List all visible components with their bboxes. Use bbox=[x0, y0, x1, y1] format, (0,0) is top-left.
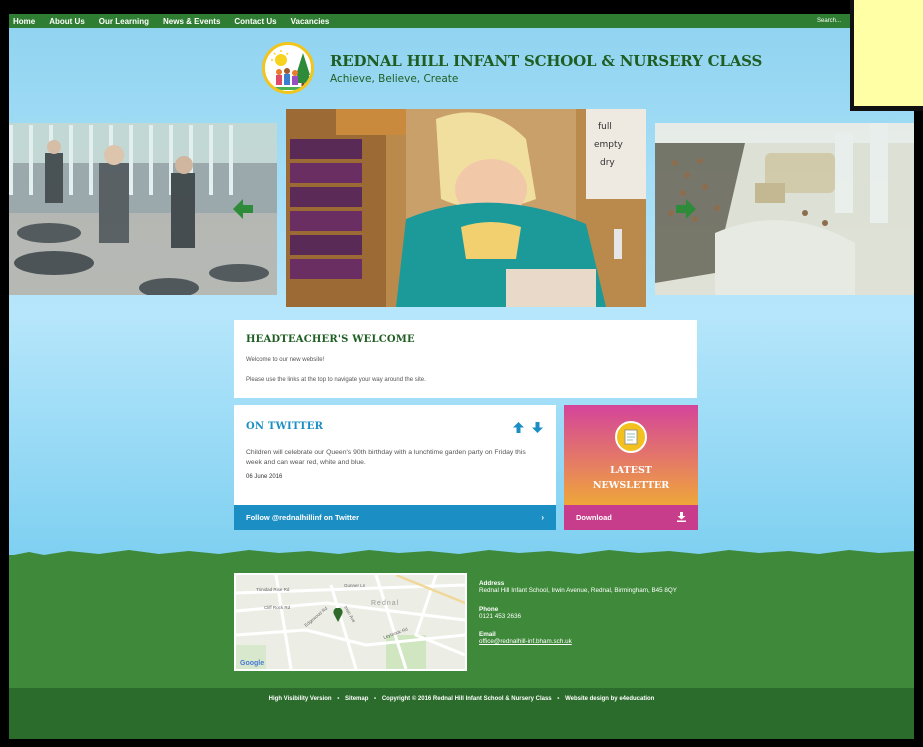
contact-address: Address Rednal Hill Infant School, Irwin… bbox=[479, 580, 677, 594]
nav-news-events[interactable]: News & Events bbox=[163, 17, 220, 26]
svg-text:dry: dry bbox=[600, 158, 615, 168]
arrow-up-icon bbox=[513, 422, 524, 433]
welcome-title: HEADTEACHER'S WELCOME bbox=[246, 334, 415, 345]
newsletter-panel[interactable]: LATEST NEWSLETTER Download bbox=[564, 405, 698, 530]
newsletter-icon bbox=[615, 421, 647, 453]
twitter-title: ON TWITTER bbox=[246, 421, 324, 432]
map-road-label: Trinidad Rise Rd bbox=[256, 587, 290, 592]
school-logo[interactable] bbox=[262, 42, 314, 94]
slider-prev-button[interactable] bbox=[233, 199, 253, 219]
footer-separator: • bbox=[337, 696, 340, 702]
sitemap-link[interactable]: Sitemap bbox=[345, 696, 368, 702]
map-image: Trinidad Rise Rd Cliff Rock Rd Irwin Ave… bbox=[236, 575, 465, 669]
email-link[interactable]: office@rednalhill-inf.bham.sch.uk bbox=[479, 638, 572, 645]
newsletter-title-line: NEWSLETTER bbox=[592, 480, 670, 491]
welcome-text-line: Welcome to our new website! bbox=[246, 357, 325, 363]
logo-icon bbox=[271, 50, 311, 90]
email-label: Email bbox=[479, 631, 496, 638]
tweet-up-button[interactable] bbox=[513, 418, 524, 433]
top-navigation: Home About Us Our Learning News & Events… bbox=[9, 14, 914, 28]
map-road-label: Gunner Ln bbox=[344, 583, 366, 588]
svg-text:empty: empty bbox=[594, 140, 624, 150]
school-motto: Achieve, Believe, Create bbox=[330, 73, 459, 85]
high-visibility-link[interactable]: High Visibility Version bbox=[269, 696, 332, 702]
download-icon bbox=[677, 512, 686, 522]
newsletter-title-line: LATEST bbox=[610, 465, 652, 476]
nav-home[interactable]: Home bbox=[13, 17, 35, 26]
follow-twitter-label: Follow @rednalhillinf on Twitter bbox=[246, 513, 360, 522]
map-pin-icon[interactable] bbox=[333, 608, 343, 622]
twitter-panel: ON TWITTER Children will celebrate our Q… bbox=[234, 405, 556, 530]
arrow-right-icon bbox=[676, 199, 696, 219]
newsletter-title: LATEST NEWSLETTER bbox=[564, 463, 698, 493]
svg-text:full: full bbox=[598, 122, 612, 132]
follow-twitter-button[interactable]: Follow @rednalhillinf on Twitter › bbox=[234, 505, 556, 530]
phone-label: Phone bbox=[479, 606, 499, 613]
tweet-text: Children will celebrate our Queen's 90th… bbox=[246, 449, 526, 466]
contact-phone: Phone 0121 453 2636 bbox=[479, 606, 521, 620]
school-name: REDNAL HILL INFANT SCHOOL & NURSERY CLAS… bbox=[330, 52, 763, 70]
nav-vacancies[interactable]: Vacancies bbox=[291, 17, 330, 26]
child-painting-image: full empty dry bbox=[286, 109, 646, 307]
nav-about-us[interactable]: About Us bbox=[49, 17, 85, 26]
address-value: Rednal Hill Infant School, Irwin Avenue,… bbox=[479, 587, 677, 594]
nav-our-learning[interactable]: Our Learning bbox=[99, 17, 149, 26]
nav-contact-us[interactable]: Contact Us bbox=[234, 17, 276, 26]
footer-separator: • bbox=[374, 696, 377, 702]
slide-current-image[interactable]: full empty dry bbox=[286, 109, 646, 307]
newsletter-download-button[interactable]: Download bbox=[564, 505, 698, 530]
copyright-text: Copyright © 2016 Rednal Hill Infant Scho… bbox=[381, 696, 552, 702]
map-road-label: Cliff Rock Rd bbox=[264, 605, 291, 610]
slider-next-button[interactable] bbox=[676, 199, 696, 219]
phone-value: 0121 453 2636 bbox=[479, 613, 522, 620]
location-map[interactable]: Trinidad Rise Rd Cliff Rock Rd Irwin Ave… bbox=[234, 573, 467, 671]
tweet-date: 06 June 2016 bbox=[246, 474, 283, 480]
download-label: Download bbox=[576, 513, 612, 522]
headteacher-welcome-panel: HEADTEACHER'S WELCOME Welcome to our new… bbox=[234, 320, 697, 398]
welcome-text-line: Please use the links at the top to navig… bbox=[246, 377, 426, 383]
google-logo: Google bbox=[240, 660, 264, 667]
sticky-note-overlay bbox=[850, 0, 923, 111]
tweet-down-button[interactable] bbox=[532, 418, 543, 433]
chevron-right-icon: › bbox=[541, 513, 544, 522]
arrow-left-icon bbox=[233, 199, 253, 219]
arrow-down-icon bbox=[532, 422, 543, 433]
address-label: Address bbox=[479, 580, 505, 587]
website-design-link[interactable]: Website design by e4education bbox=[565, 696, 654, 702]
contact-email: Email office@rednalhill-inf.bham.sch.uk bbox=[479, 631, 572, 645]
document-icon bbox=[624, 429, 638, 445]
footer-links-bar: High Visibility Version • Sitemap • Copy… bbox=[9, 688, 914, 739]
map-place-label: Rednal bbox=[371, 600, 399, 607]
footer-separator: • bbox=[557, 696, 560, 702]
browser-viewport: Home About Us Our Learning News & Events… bbox=[9, 14, 914, 739]
